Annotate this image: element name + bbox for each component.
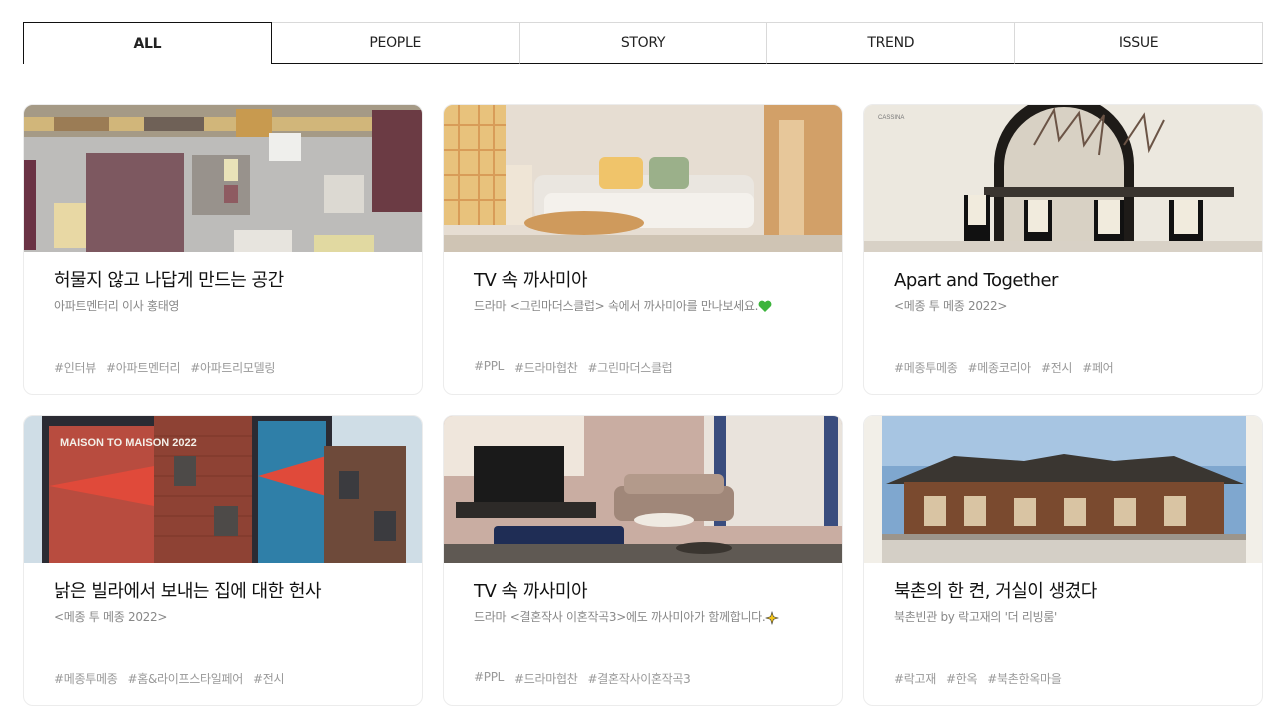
tag[interactable]: #홈&라이프스타일페어: [127, 670, 243, 687]
article-card[interactable]: TV 속 까사미아 드라마 <그린마더스클럽> 속에서 까사미아를 만나보세요.…: [443, 104, 843, 395]
article-card[interactable]: MAISON TO MAISON 2022 낡은 빌라에서 보내는 집에 대한 …: [23, 415, 423, 706]
brick-building-image: MAISON TO MAISON 2022: [24, 416, 422, 563]
tag[interactable]: #페어: [1082, 359, 1114, 376]
tag[interactable]: #드라마협찬: [514, 359, 578, 376]
article-subtitle: 드라마 <결혼작사 이혼작곡3>에도 까사미아가 함께합니다.: [474, 609, 812, 625]
tag[interactable]: #결혼작사이혼작곡3: [587, 670, 690, 687]
article-card[interactable]: 허물지 않고 나답게 만드는 공간 아파트멘터리 이사 홍태영 #인터뷰 #아파…: [23, 104, 423, 395]
tab-story[interactable]: STORY: [519, 22, 768, 64]
article-subtitle: <메종 투 메종 2022>: [54, 610, 168, 624]
tag[interactable]: #PPL: [474, 670, 504, 687]
tab-issue[interactable]: ISSUE: [1015, 22, 1263, 64]
article-subtitle: 드라마 <그린마더스클럽> 속에서 까사미아를 만나보세요.: [474, 298, 812, 314]
tab-people[interactable]: PEOPLE: [271, 22, 520, 64]
tag-list: #인터뷰 #아파트멘터리 #아파트리모델링: [54, 359, 275, 376]
article-title: 허물지 않고 나답게 만드는 공간: [54, 270, 284, 291]
article-title: 북촌의 한 켠, 거실이 생겼다: [894, 581, 1097, 602]
category-tabs: ALL PEOPLE STORY TREND ISSUE: [23, 22, 1263, 64]
article-title: 낡은 빌라에서 보내는 집에 대한 헌사: [54, 581, 322, 602]
tab-trend[interactable]: TREND: [767, 22, 1016, 64]
material-samples-image: [24, 105, 422, 252]
svg-text:CASSINA: CASSINA: [878, 115, 904, 121]
article-card[interactable]: 북촌의 한 켠, 거실이 생겼다 북촌빈관 by 락고재의 '더 리빙룸' #락…: [863, 415, 1263, 706]
tag[interactable]: #한옥: [946, 670, 978, 687]
tag-list: #PPL #드라마협찬 #그린마더스클럽: [474, 359, 673, 376]
article-title: TV 속 까사미아: [474, 581, 588, 602]
green-heart-icon: [758, 300, 772, 312]
tag[interactable]: #메종투메종: [54, 670, 118, 687]
hanok-image: [864, 416, 1262, 563]
banner-text: MAISON TO MAISON 2022: [60, 437, 197, 449]
tag[interactable]: #드라마협찬: [514, 670, 578, 687]
tag[interactable]: #락고재: [894, 670, 936, 687]
article-card[interactable]: CASSINA Apart and Together <메종 투 메종 2022…: [863, 104, 1263, 395]
tag-list: #락고재 #한옥 #북촌한옥마을: [894, 670, 1062, 687]
tab-all[interactable]: ALL: [23, 22, 272, 64]
sparkle-icon: [765, 610, 780, 625]
tag-list: #PPL #드라마협찬 #결혼작사이혼작곡3: [474, 670, 691, 687]
article-subtitle: 아파트멘터리 이사 홍태영: [54, 299, 180, 313]
article-subtitle: <메종 투 메종 2022>: [894, 299, 1008, 313]
tag[interactable]: #메종코리아: [967, 359, 1031, 376]
tag[interactable]: #그린마더스클럽: [587, 359, 672, 376]
tag[interactable]: #아파트리모델링: [190, 359, 275, 376]
article-card[interactable]: TV 속 까사미아 드라마 <결혼작사 이혼작곡3>에도 까사미아가 함께합니다…: [443, 415, 843, 706]
tag[interactable]: #북촌한옥마을: [987, 670, 1062, 687]
tag[interactable]: #메종투메종: [894, 359, 958, 376]
tag[interactable]: #전시: [253, 670, 285, 687]
article-title: Apart and Together: [894, 270, 1058, 291]
tag[interactable]: #아파트멘터리: [106, 359, 181, 376]
article-grid: 허물지 않고 나답게 만드는 공간 아파트멘터리 이사 홍태영 #인터뷰 #아파…: [23, 104, 1263, 706]
tag[interactable]: #PPL: [474, 359, 504, 376]
dining-exhibition-image: CASSINA: [864, 105, 1262, 252]
tag[interactable]: #인터뷰: [54, 359, 96, 376]
tag[interactable]: #전시: [1041, 359, 1073, 376]
tag-list: #메종투메종 #홈&라이프스타일페어 #전시: [54, 670, 285, 687]
article-title: TV 속 까사미아: [474, 270, 588, 291]
article-subtitle: 북촌빈관 by 락고재의 '더 리빙룸': [894, 610, 1058, 624]
tv-living-room-image: [444, 416, 842, 563]
tag-list: #메종투메종 #메종코리아 #전시 #페어: [894, 359, 1114, 376]
living-room-image: [444, 105, 842, 252]
